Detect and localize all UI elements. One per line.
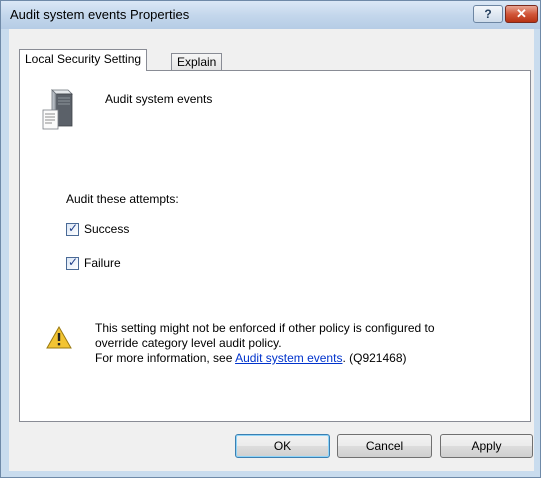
warning-line-3-suffix: . (Q921468) xyxy=(342,351,407,365)
title-bar[interactable]: Audit system events Properties ? ✕ xyxy=(1,1,540,29)
server-icon xyxy=(42,89,73,130)
warning-line-2: override category level audit policy. xyxy=(95,336,282,350)
window-title: Audit system events Properties xyxy=(10,7,190,22)
failure-label[interactable]: Failure xyxy=(84,256,121,270)
failure-checkbox[interactable] xyxy=(66,255,79,270)
success-checkbox[interactable] xyxy=(66,221,79,236)
tab-explain[interactable]: Explain xyxy=(171,53,223,71)
success-label[interactable]: Success xyxy=(84,222,129,236)
audit-system-events-link[interactable]: Audit system events xyxy=(235,351,342,365)
warning-line-3: For more information, see Audit system e… xyxy=(95,351,515,366)
close-button[interactable]: ✕ xyxy=(505,5,538,23)
warning-icon xyxy=(46,326,72,349)
warning-line-1: This setting might not be enforced if ot… xyxy=(95,321,435,335)
tab-panel xyxy=(19,70,531,422)
tab-local-security-setting[interactable]: Local Security Setting xyxy=(19,49,148,71)
warning-line-3-prefix: For more information, see xyxy=(95,351,236,365)
policy-name: Audit system events xyxy=(105,92,213,106)
apply-button[interactable]: Apply xyxy=(440,434,533,458)
help-button[interactable]: ? xyxy=(473,5,503,23)
warning-message: This setting might not be enforced if ot… xyxy=(95,321,515,366)
ok-button[interactable]: OK xyxy=(235,434,330,458)
cancel-button[interactable]: Cancel xyxy=(337,434,432,458)
audit-attempts-label: Audit these attempts: xyxy=(66,192,179,206)
